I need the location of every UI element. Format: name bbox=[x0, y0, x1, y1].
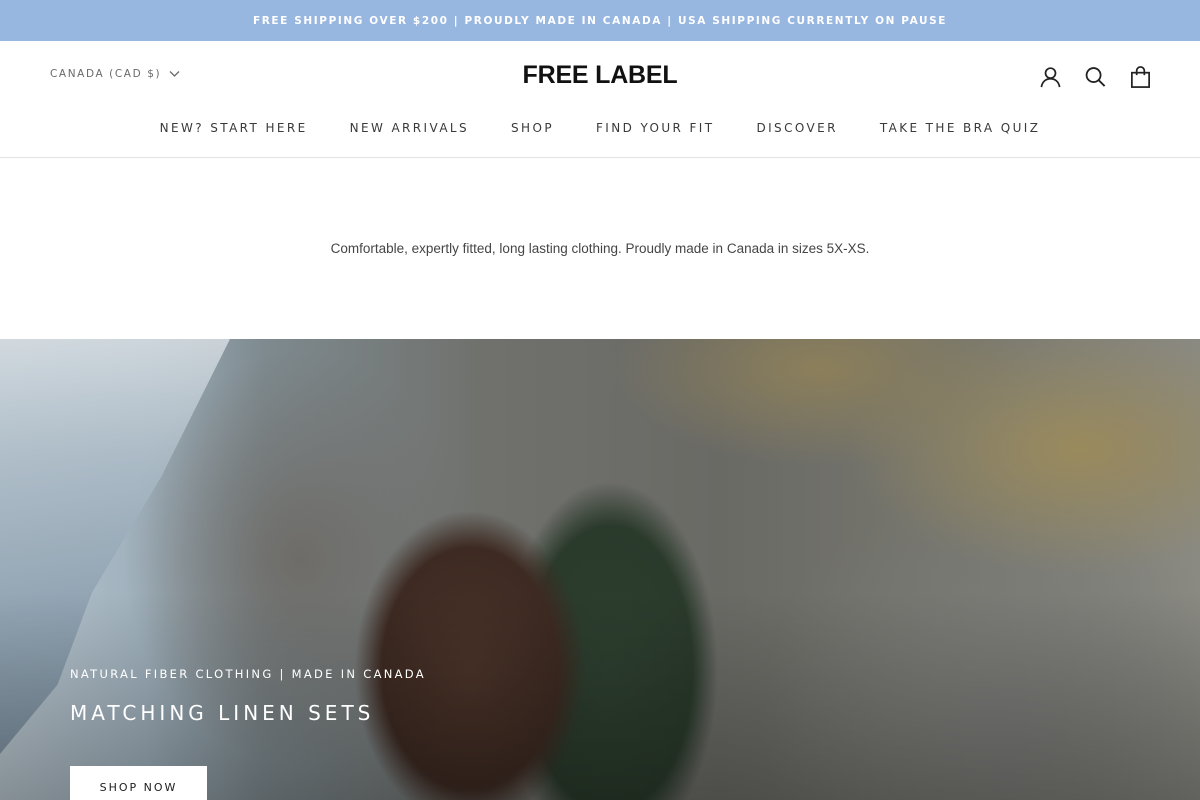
site-logo[interactable]: FREE LABEL bbox=[523, 61, 678, 89]
nav-item-discover[interactable]: DISCOVER bbox=[756, 121, 837, 135]
shop-now-button[interactable]: SHOP NOW bbox=[70, 766, 207, 800]
currency-label: CANADA (CAD $) bbox=[50, 68, 162, 80]
account-icon bbox=[1040, 67, 1061, 88]
announcement-text: FREE SHIPPING OVER $200 | PROUDLY MADE I… bbox=[252, 14, 948, 27]
shop-now-label: SHOP NOW bbox=[99, 780, 178, 794]
tagline-text: Comfortable, expertly fitted, long lasti… bbox=[330, 241, 870, 256]
main-nav: NEW? START HERE NEW ARRIVALS SHOP FIND Y… bbox=[0, 121, 1200, 135]
nav-item-new-start-here[interactable]: NEW? START HERE bbox=[160, 121, 308, 135]
cart-button[interactable] bbox=[1129, 64, 1152, 90]
search-button[interactable] bbox=[1084, 64, 1107, 90]
site-header: CANADA (CAD $) FREE LABEL NEW? START HER bbox=[0, 41, 1200, 158]
nav-item-new-arrivals[interactable]: NEW ARRIVALS bbox=[350, 121, 469, 135]
search-icon bbox=[1085, 67, 1106, 87]
announcement-bar: FREE SHIPPING OVER $200 | PROUDLY MADE I… bbox=[0, 0, 1200, 41]
nav-item-shop[interactable]: SHOP bbox=[511, 121, 554, 135]
hero-text: NATURAL FIBER CLOTHING | MADE IN CANADA … bbox=[70, 667, 426, 725]
currency-selector[interactable]: CANADA (CAD $) bbox=[50, 68, 180, 80]
hero-title: MATCHING LINEN SETS bbox=[70, 701, 375, 725]
account-button[interactable] bbox=[1039, 64, 1062, 90]
hero-subtitle: NATURAL FIBER CLOTHING | MADE IN CANADA bbox=[70, 667, 426, 681]
nav-item-bra-quiz[interactable]: TAKE THE BRA QUIZ bbox=[880, 121, 1041, 135]
hero-image-overlay bbox=[0, 339, 1200, 800]
nav-item-find-your-fit[interactable]: FIND YOUR FIT bbox=[596, 121, 715, 135]
header-actions bbox=[1039, 64, 1152, 90]
chevron-down-icon bbox=[169, 71, 180, 77]
tagline-section: Comfortable, expertly fitted, long lasti… bbox=[0, 240, 1200, 258]
cart-icon bbox=[1131, 66, 1150, 88]
hero-banner[interactable]: NATURAL FIBER CLOTHING | MADE IN CANADA … bbox=[0, 339, 1200, 800]
